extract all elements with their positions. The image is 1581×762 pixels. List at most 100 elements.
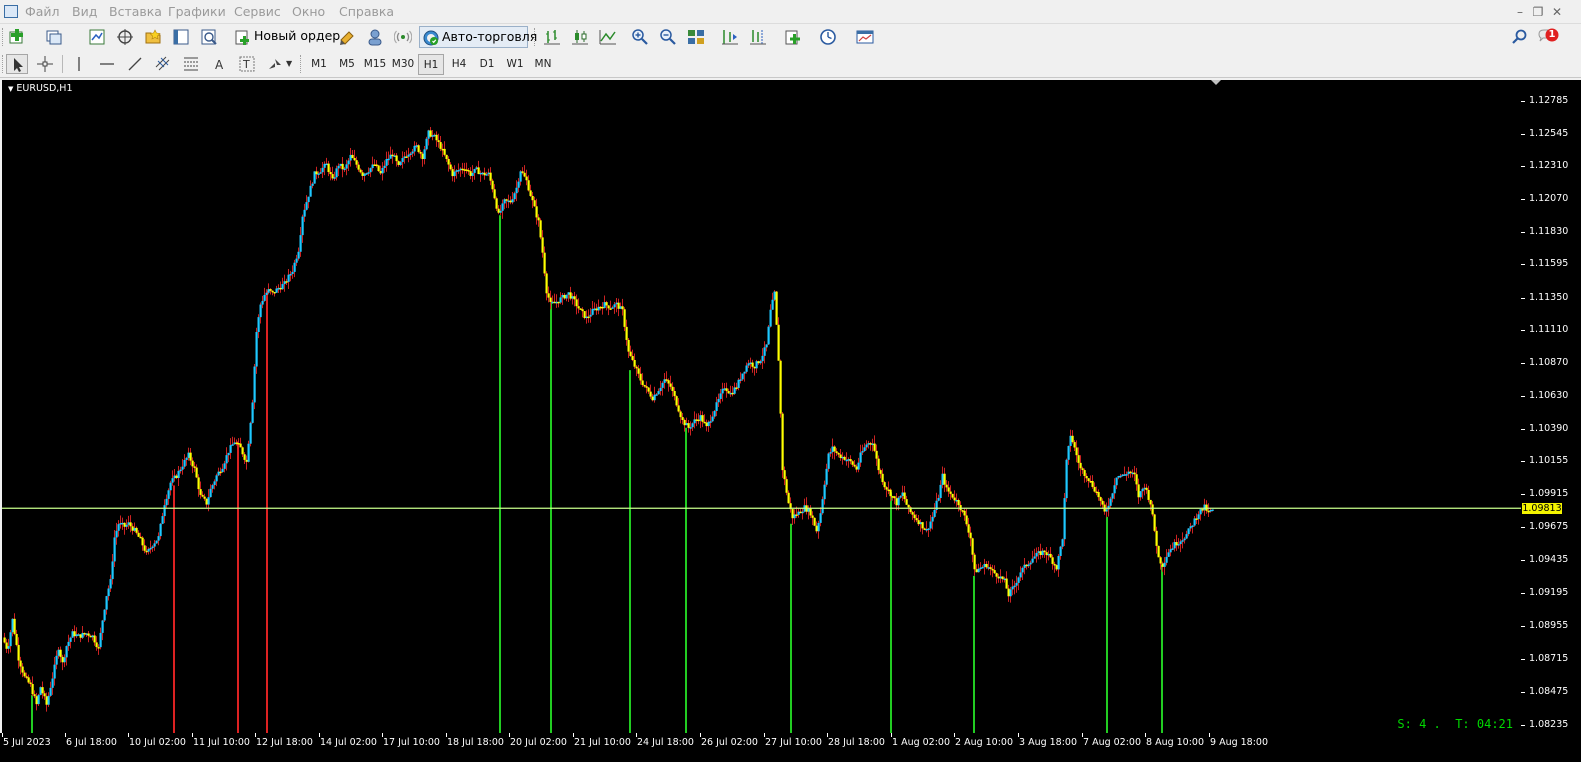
bull-candle xyxy=(289,273,292,276)
timeframe-mn[interactable]: MN xyxy=(530,54,556,75)
price-tick-label: 1.10870 xyxy=(1529,357,1569,369)
timeframe-h1[interactable]: H1 xyxy=(418,54,444,75)
data-window-button[interactable] xyxy=(114,27,136,47)
metaeditor-button[interactable] xyxy=(336,27,358,47)
timeframe-h4[interactable]: H4 xyxy=(446,54,472,75)
bull-candle xyxy=(1019,572,1022,578)
bull-candle xyxy=(119,523,122,525)
new-chart-button[interactable] xyxy=(6,27,28,47)
timeframe-d1[interactable]: D1 xyxy=(474,54,500,75)
indicators-button[interactable] xyxy=(782,27,804,47)
bear-candle xyxy=(913,514,916,519)
zoom-in-button[interactable] xyxy=(629,27,651,47)
bull-candle xyxy=(217,471,220,476)
bull-candle xyxy=(519,171,522,182)
menu-file[interactable]: Файл xyxy=(25,4,60,20)
timeframe-m30[interactable]: M30 xyxy=(390,54,416,75)
bull-candle xyxy=(655,394,658,396)
bear-candle xyxy=(523,172,526,177)
bear-candle xyxy=(617,302,620,309)
bear-candle xyxy=(351,154,354,159)
periods-button[interactable] xyxy=(817,27,839,47)
bear-candle xyxy=(1025,564,1028,567)
search-button[interactable] xyxy=(1509,27,1531,47)
bear-candle xyxy=(635,366,638,369)
menu-insert[interactable]: Вставка xyxy=(109,4,162,20)
chart-canvas[interactable]: ▼ EURUSD,H1 S: 4 . T: 04:21 xyxy=(2,80,1521,733)
vertical-line-button[interactable] xyxy=(68,54,90,74)
equidistant-channel-button[interactable] xyxy=(152,54,174,74)
templates-button[interactable] xyxy=(854,27,876,47)
profiles-button[interactable] xyxy=(43,27,65,47)
notifications-button[interactable]: 1 xyxy=(1537,27,1559,47)
autoscroll-button[interactable] xyxy=(719,27,741,47)
tile-windows-button[interactable] xyxy=(685,27,707,47)
strategy-tester-button[interactable] xyxy=(198,27,220,47)
autotrading-button[interactable]: Авто-торговля xyxy=(419,26,537,48)
bull-candle xyxy=(591,308,594,315)
timeframe-m15[interactable]: M15 xyxy=(362,54,388,75)
bear-candle xyxy=(583,311,586,318)
bull-candle xyxy=(47,695,50,705)
text-button[interactable]: A xyxy=(208,54,230,74)
time-tick-label: 3 Aug 18:00 xyxy=(1019,737,1078,748)
bull-candle xyxy=(69,637,72,642)
timeframe-m5[interactable]: M5 xyxy=(334,54,360,75)
menu-help[interactable]: Справка xyxy=(339,4,394,20)
cursor-button[interactable] xyxy=(6,54,28,74)
bar-chart-button[interactable] xyxy=(541,27,563,47)
line-chart-button[interactable] xyxy=(597,27,619,47)
price-tick-label: 1.09675 xyxy=(1529,521,1569,533)
menu-charts[interactable]: Графики xyxy=(168,4,226,20)
timeframe-w1[interactable]: W1 xyxy=(502,54,528,75)
bull-candle xyxy=(1143,487,1146,490)
price-tick xyxy=(1521,297,1525,299)
bear-candle xyxy=(665,379,668,381)
horizontal-line-button[interactable] xyxy=(96,54,118,74)
bull-candle xyxy=(927,528,930,530)
bull-candle xyxy=(661,382,664,388)
bull-candle xyxy=(1163,562,1166,567)
text-label-button[interactable]: T xyxy=(236,54,258,74)
fibonacci-button[interactable] xyxy=(180,54,202,74)
new-order-button[interactable]: Новый ордер xyxy=(232,26,340,48)
zoom-out-button[interactable] xyxy=(657,27,679,47)
bull-candle xyxy=(823,484,826,500)
crosshair-button[interactable] xyxy=(34,54,56,74)
bear-candle xyxy=(843,456,846,460)
trendline-button[interactable] xyxy=(124,54,146,74)
menu-tools[interactable]: Сервис xyxy=(234,4,281,20)
account-button[interactable] xyxy=(364,27,386,47)
bear-candle xyxy=(59,649,62,657)
terminal-button[interactable] xyxy=(170,27,192,47)
timeframe-m1[interactable]: M1 xyxy=(306,54,332,75)
menu-window[interactable]: Окно xyxy=(292,4,325,20)
close-icon[interactable]: ✕ xyxy=(1549,4,1565,20)
signals-button[interactable] xyxy=(392,27,414,47)
chart-shift-button[interactable] xyxy=(747,27,769,47)
menu-view[interactable]: Вид xyxy=(72,4,97,20)
bull-candle xyxy=(117,524,120,531)
minimize-icon[interactable]: – xyxy=(1512,4,1528,20)
chart-shift-marker[interactable] xyxy=(1211,80,1221,85)
bull-candle xyxy=(365,173,368,175)
candlestick-chart-button[interactable] xyxy=(569,27,591,47)
bear-candle xyxy=(811,515,814,518)
arrows-button[interactable] xyxy=(264,54,286,74)
bull-candle xyxy=(349,154,352,161)
bull-candle xyxy=(101,620,104,633)
bull-candle xyxy=(409,153,412,156)
chevron-down-icon[interactable]: ▼ xyxy=(286,59,292,68)
bear-candle xyxy=(1049,553,1052,558)
market-watch-button[interactable] xyxy=(86,27,108,47)
restore-icon[interactable]: ❐ xyxy=(1530,4,1546,20)
bull-candle xyxy=(325,163,328,166)
bull-candle xyxy=(453,171,456,177)
bull-candle xyxy=(127,522,130,525)
bull-candle xyxy=(861,451,864,453)
bull-candle xyxy=(291,271,294,274)
navigator-button[interactable] xyxy=(142,27,164,47)
bull-candle xyxy=(1167,552,1170,557)
bear-candle xyxy=(799,511,802,514)
bull-candle xyxy=(411,151,414,154)
